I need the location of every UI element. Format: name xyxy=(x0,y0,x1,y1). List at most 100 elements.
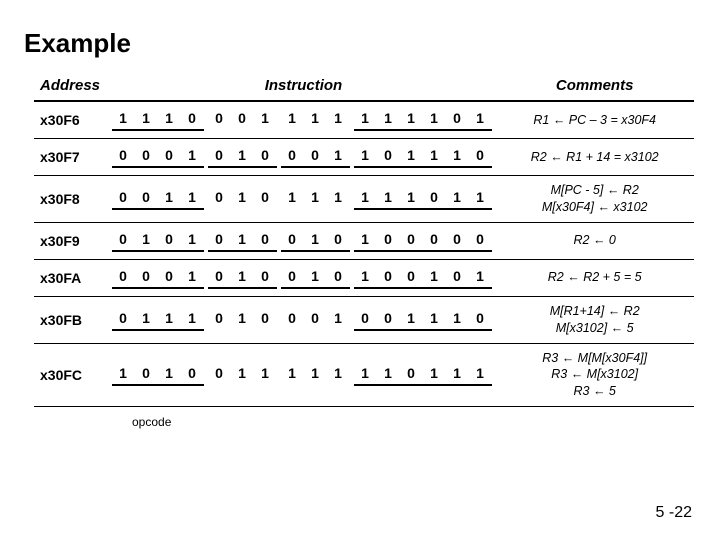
bit: 0 xyxy=(112,188,135,210)
bit: 1 xyxy=(112,364,135,386)
bit: 0 xyxy=(135,267,158,289)
bit: 1 xyxy=(181,188,204,210)
bit: 1 xyxy=(158,109,181,131)
bit: 0 xyxy=(377,267,400,289)
bit: 0 xyxy=(327,267,350,289)
bit: 1 xyxy=(135,309,158,331)
bit: 1 xyxy=(354,146,377,168)
comment-cell: M[PC - 5] ← R2M[x30F4] ← x3102 xyxy=(495,176,694,223)
bit: 1 xyxy=(181,309,204,331)
bit: 1 xyxy=(400,109,423,131)
bit: 0 xyxy=(112,146,135,168)
bits-cell: 1010011111110111 xyxy=(112,343,496,407)
bit: 0 xyxy=(158,230,181,252)
bit: 1 xyxy=(354,230,377,252)
bits-cell: 1110001111111101 xyxy=(112,101,496,139)
bit: 0 xyxy=(158,146,181,168)
bit: 1 xyxy=(327,146,350,168)
bit: 1 xyxy=(281,109,304,131)
bit: 0 xyxy=(423,188,446,210)
address-cell: x30F6 xyxy=(34,101,112,139)
slide: Example Address Instruction Comments x30… xyxy=(0,0,720,540)
bit: 1 xyxy=(254,109,277,131)
bit: 1 xyxy=(354,267,377,289)
bit: 1 xyxy=(377,188,400,210)
bit: 1 xyxy=(254,364,277,386)
bit: 0 xyxy=(281,309,304,331)
table-row: x30F70001010001101110R2 ← R1 + 14 = x310… xyxy=(34,139,694,176)
bit: 1 xyxy=(231,309,254,331)
comment-cell: R2 ← 0 xyxy=(495,222,694,259)
bit: 0 xyxy=(112,267,135,289)
table-row: x30F80011010111111011M[PC - 5] ← R2M[x30… xyxy=(34,176,694,223)
bit: 1 xyxy=(327,364,350,386)
bit: 0 xyxy=(181,364,204,386)
bit: 0 xyxy=(304,146,327,168)
table-row: x30FA0001010010100101R2 ← R2 + 5 = 5 xyxy=(34,259,694,296)
bit: 0 xyxy=(254,267,277,289)
bit: 1 xyxy=(112,109,135,131)
bit: 0 xyxy=(208,230,231,252)
bit: 1 xyxy=(304,230,327,252)
bit: 1 xyxy=(354,188,377,210)
bit: 1 xyxy=(354,364,377,386)
address-cell: x30FA xyxy=(34,259,112,296)
table-row: x30F90101010010100000R2 ← 0 xyxy=(34,222,694,259)
bit: 0 xyxy=(281,230,304,252)
address-cell: x30F9 xyxy=(34,222,112,259)
bit: 0 xyxy=(469,146,492,168)
bit: 1 xyxy=(377,109,400,131)
bit: 1 xyxy=(423,364,446,386)
bit: 0 xyxy=(208,309,231,331)
table-row: x30FB0111010001001110M[R1+14] ← R2M[x310… xyxy=(34,296,694,343)
bit: 1 xyxy=(181,146,204,168)
bit: 0 xyxy=(423,230,446,252)
address-cell: x30F8 xyxy=(34,176,112,223)
bits-cell: 0011010111111011 xyxy=(112,176,496,223)
bit: 1 xyxy=(231,230,254,252)
instruction-table: Address Instruction Comments x30F6111000… xyxy=(34,73,694,407)
bit: 1 xyxy=(304,267,327,289)
address-cell: x30FC xyxy=(34,343,112,407)
address-cell: x30FB xyxy=(34,296,112,343)
bit: 0 xyxy=(254,309,277,331)
bit: 0 xyxy=(354,309,377,331)
bit: 1 xyxy=(446,364,469,386)
bit: 1 xyxy=(327,109,350,131)
bit: 1 xyxy=(181,267,204,289)
bit: 1 xyxy=(327,188,350,210)
bit: 1 xyxy=(377,364,400,386)
bit: 1 xyxy=(304,188,327,210)
bit: 1 xyxy=(135,230,158,252)
bit: 0 xyxy=(446,109,469,131)
comment-cell: R3 ← M[M[x30F4]]R3 ← M[x3102]R3 ← 5 xyxy=(495,343,694,407)
table-row: x30F61110001111111101R1 ← PC – 3 = x30F4 xyxy=(34,101,694,139)
bit: 1 xyxy=(469,188,492,210)
bit: 0 xyxy=(469,309,492,331)
bits-cell: 0001010001101110 xyxy=(112,139,496,176)
bit: 0 xyxy=(208,267,231,289)
bit: 0 xyxy=(112,230,135,252)
table-header-row: Address Instruction Comments xyxy=(34,73,694,101)
address-cell: x30F7 xyxy=(34,139,112,176)
bit: 0 xyxy=(377,309,400,331)
bits-cell: 0111010001001110 xyxy=(112,296,496,343)
bit: 1 xyxy=(158,364,181,386)
bit: 1 xyxy=(446,188,469,210)
bit: 0 xyxy=(231,109,254,131)
bit: 0 xyxy=(446,267,469,289)
page-number: 5 -22 xyxy=(656,504,692,522)
bit: 0 xyxy=(135,188,158,210)
bit: 1 xyxy=(231,267,254,289)
bit: 1 xyxy=(423,309,446,331)
comment-cell: M[R1+14] ← R2M[x3102] ← 5 xyxy=(495,296,694,343)
header-comments: Comments xyxy=(495,73,694,101)
bit: 1 xyxy=(304,109,327,131)
header-address: Address xyxy=(34,73,112,101)
bit: 1 xyxy=(400,309,423,331)
bit: 1 xyxy=(469,364,492,386)
bit: 0 xyxy=(377,230,400,252)
bit: 0 xyxy=(208,109,231,131)
comment-cell: R2 ← R2 + 5 = 5 xyxy=(495,259,694,296)
bit: 1 xyxy=(135,109,158,131)
